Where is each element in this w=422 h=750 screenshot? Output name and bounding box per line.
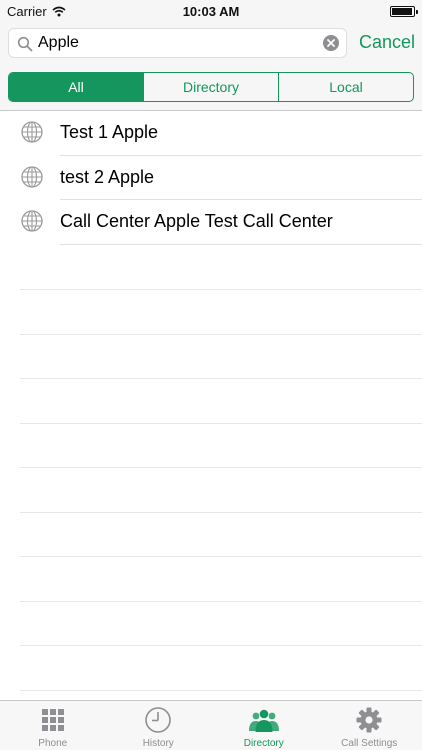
empty-row-separator — [20, 556, 422, 557]
people-icon — [248, 709, 279, 732]
empty-row-separator — [20, 334, 422, 335]
keypad-icon — [41, 709, 64, 731]
result-name: Call Center Apple Test Call Center — [60, 211, 333, 231]
segment-directory[interactable]: Directory — [144, 73, 279, 101]
battery-icon — [390, 6, 418, 17]
empty-row-separator — [20, 467, 422, 468]
tab-label: Directory — [243, 738, 284, 749]
search-input[interactable] — [38, 29, 323, 57]
list-item[interactable]: Test 1 Apple — [0, 111, 422, 156]
status-time: 10:03 AM — [182, 4, 240, 19]
list-item[interactable]: Call Center Apple Test Call Center — [0, 200, 422, 245]
empty-row-separator — [20, 645, 422, 646]
status-bar: Carrier 10:03 AM — [0, 0, 422, 24]
tab-label: Call Settings — [341, 738, 398, 749]
globe-icon — [21, 210, 43, 232]
list-item[interactable]: test 2 Apple — [0, 156, 422, 200]
result-name: test 2 Apple — [60, 166, 155, 187]
result-name: Test 1 Apple — [60, 122, 159, 142]
empty-row-separator — [20, 378, 422, 379]
segment-local[interactable]: Local — [279, 73, 413, 101]
tab-bar: Phone History Directory Call Settings — [0, 700, 422, 750]
clear-icon[interactable] — [323, 35, 339, 51]
results-list: Test 1 Apple test 2 Apple Call Center Ap… — [0, 111, 422, 245]
search-icon — [17, 36, 33, 52]
tab-phone[interactable]: Phone — [0, 701, 106, 750]
tab-history[interactable]: History — [106, 701, 212, 750]
tab-label: Phone — [38, 738, 68, 749]
tab-directory[interactable]: Directory — [211, 701, 317, 750]
tab-call-settings[interactable]: Call Settings — [317, 701, 422, 750]
header: Carrier 10:03 AM Cancel All D — [0, 0, 422, 111]
empty-row-separator — [20, 289, 422, 290]
segment-all[interactable]: All — [9, 73, 144, 101]
globe-icon — [21, 165, 43, 188]
clock-icon — [145, 707, 172, 733]
empty-row-separator — [20, 690, 422, 691]
scope-segmented-control: All Directory Local — [8, 72, 414, 102]
tab-label: History — [142, 738, 174, 749]
empty-row-separator — [20, 423, 422, 424]
empty-row-separator — [20, 512, 422, 513]
empty-row-separator — [20, 601, 422, 602]
globe-icon — [21, 121, 43, 143]
search-field[interactable] — [8, 28, 347, 58]
search-row: Cancel — [0, 28, 422, 58]
cancel-button[interactable]: Cancel — [359, 32, 415, 53]
gear-icon — [356, 707, 382, 733]
